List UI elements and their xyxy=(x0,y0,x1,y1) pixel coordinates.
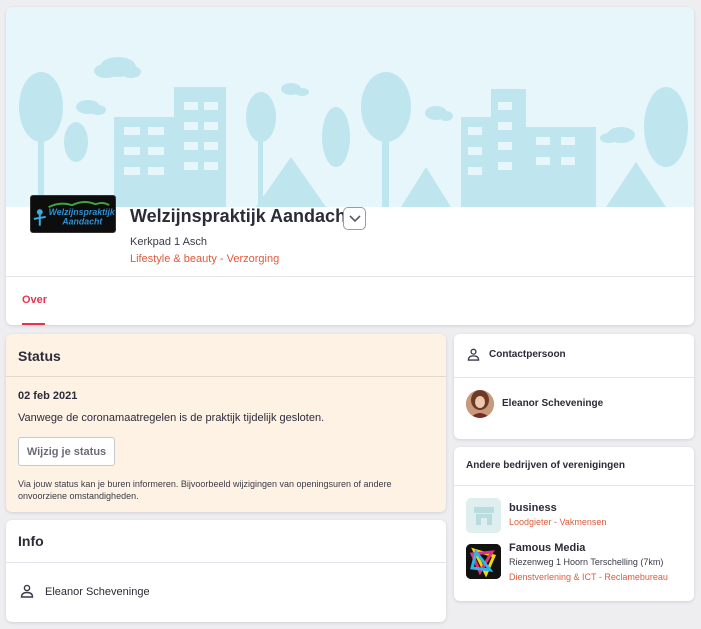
info-title: Info xyxy=(18,533,44,549)
active-tab-indicator xyxy=(22,323,45,325)
divider xyxy=(454,485,694,486)
person-icon xyxy=(20,584,34,598)
other-companies-card: Andere bedrijven of verenigingen busines… xyxy=(454,447,694,601)
status-title: Status xyxy=(18,348,61,364)
divider xyxy=(6,376,446,377)
divider xyxy=(6,562,446,563)
avatar[interactable] xyxy=(466,390,494,418)
company-name-link[interactable]: Famous Media xyxy=(509,542,585,554)
company-logo[interactable] xyxy=(466,498,501,533)
other-companies-title: Andere bedrijven of verenigingen xyxy=(466,460,625,471)
company-logo: Welzijnspraktijk Aandacht xyxy=(30,195,116,233)
company-address: Riezenweg 1 Hoorn Terschelling (7km) xyxy=(509,557,664,567)
company-logo[interactable] xyxy=(466,544,501,579)
famous-media-logo xyxy=(466,544,501,579)
contact-title: Contactpersoon xyxy=(489,349,566,360)
status-date: 02 feb 2021 xyxy=(18,390,78,402)
contact-person-name[interactable]: Eleanor Scheveninge xyxy=(502,398,603,409)
divider xyxy=(6,276,694,277)
status-card: Status 02 feb 2021 Vanwege de coronamaat… xyxy=(6,334,446,512)
info-card: Info Eleanor Scheveninge xyxy=(6,520,446,622)
banner-illustration xyxy=(6,7,694,207)
info-person-name[interactable]: Eleanor Scheveninge xyxy=(45,586,150,598)
divider xyxy=(454,377,694,378)
store-icon xyxy=(473,506,494,525)
logo-text-line-1: Welzijnspraktijk xyxy=(49,207,115,217)
company-category-link[interactable]: Loodgieter - Vakmensen xyxy=(509,517,606,527)
change-status-button[interactable]: Wijzig je status xyxy=(18,437,115,466)
company-menu-button[interactable] xyxy=(343,207,366,230)
logo-text-line-2: Aandacht xyxy=(61,217,103,227)
city-skyline-illustration xyxy=(19,57,688,207)
company-name: Welzijnspraktijk Aandacht xyxy=(130,206,353,226)
person-icon xyxy=(467,348,480,361)
contact-card: Contactpersoon Eleanor Scheveninge xyxy=(454,334,694,439)
company-category-link[interactable]: Lifestyle & beauty - Verzorging xyxy=(130,253,279,265)
tab-over[interactable]: Over xyxy=(22,294,47,306)
company-header-card: Welzijnspraktijk Aandacht Welzijnsprakti… xyxy=(6,7,694,325)
company-category-link[interactable]: Dienstverlening & ICT - Reclamebureau xyxy=(509,572,668,582)
company-address: Kerkpad 1 Asch xyxy=(130,236,208,248)
status-message: Vanwege de coronamaatregelen is de prakt… xyxy=(18,412,325,424)
chevron-down-icon xyxy=(348,214,361,222)
company-name-link[interactable]: business xyxy=(509,502,557,514)
status-hint: Via jouw status kan je buren informeren.… xyxy=(18,479,392,501)
